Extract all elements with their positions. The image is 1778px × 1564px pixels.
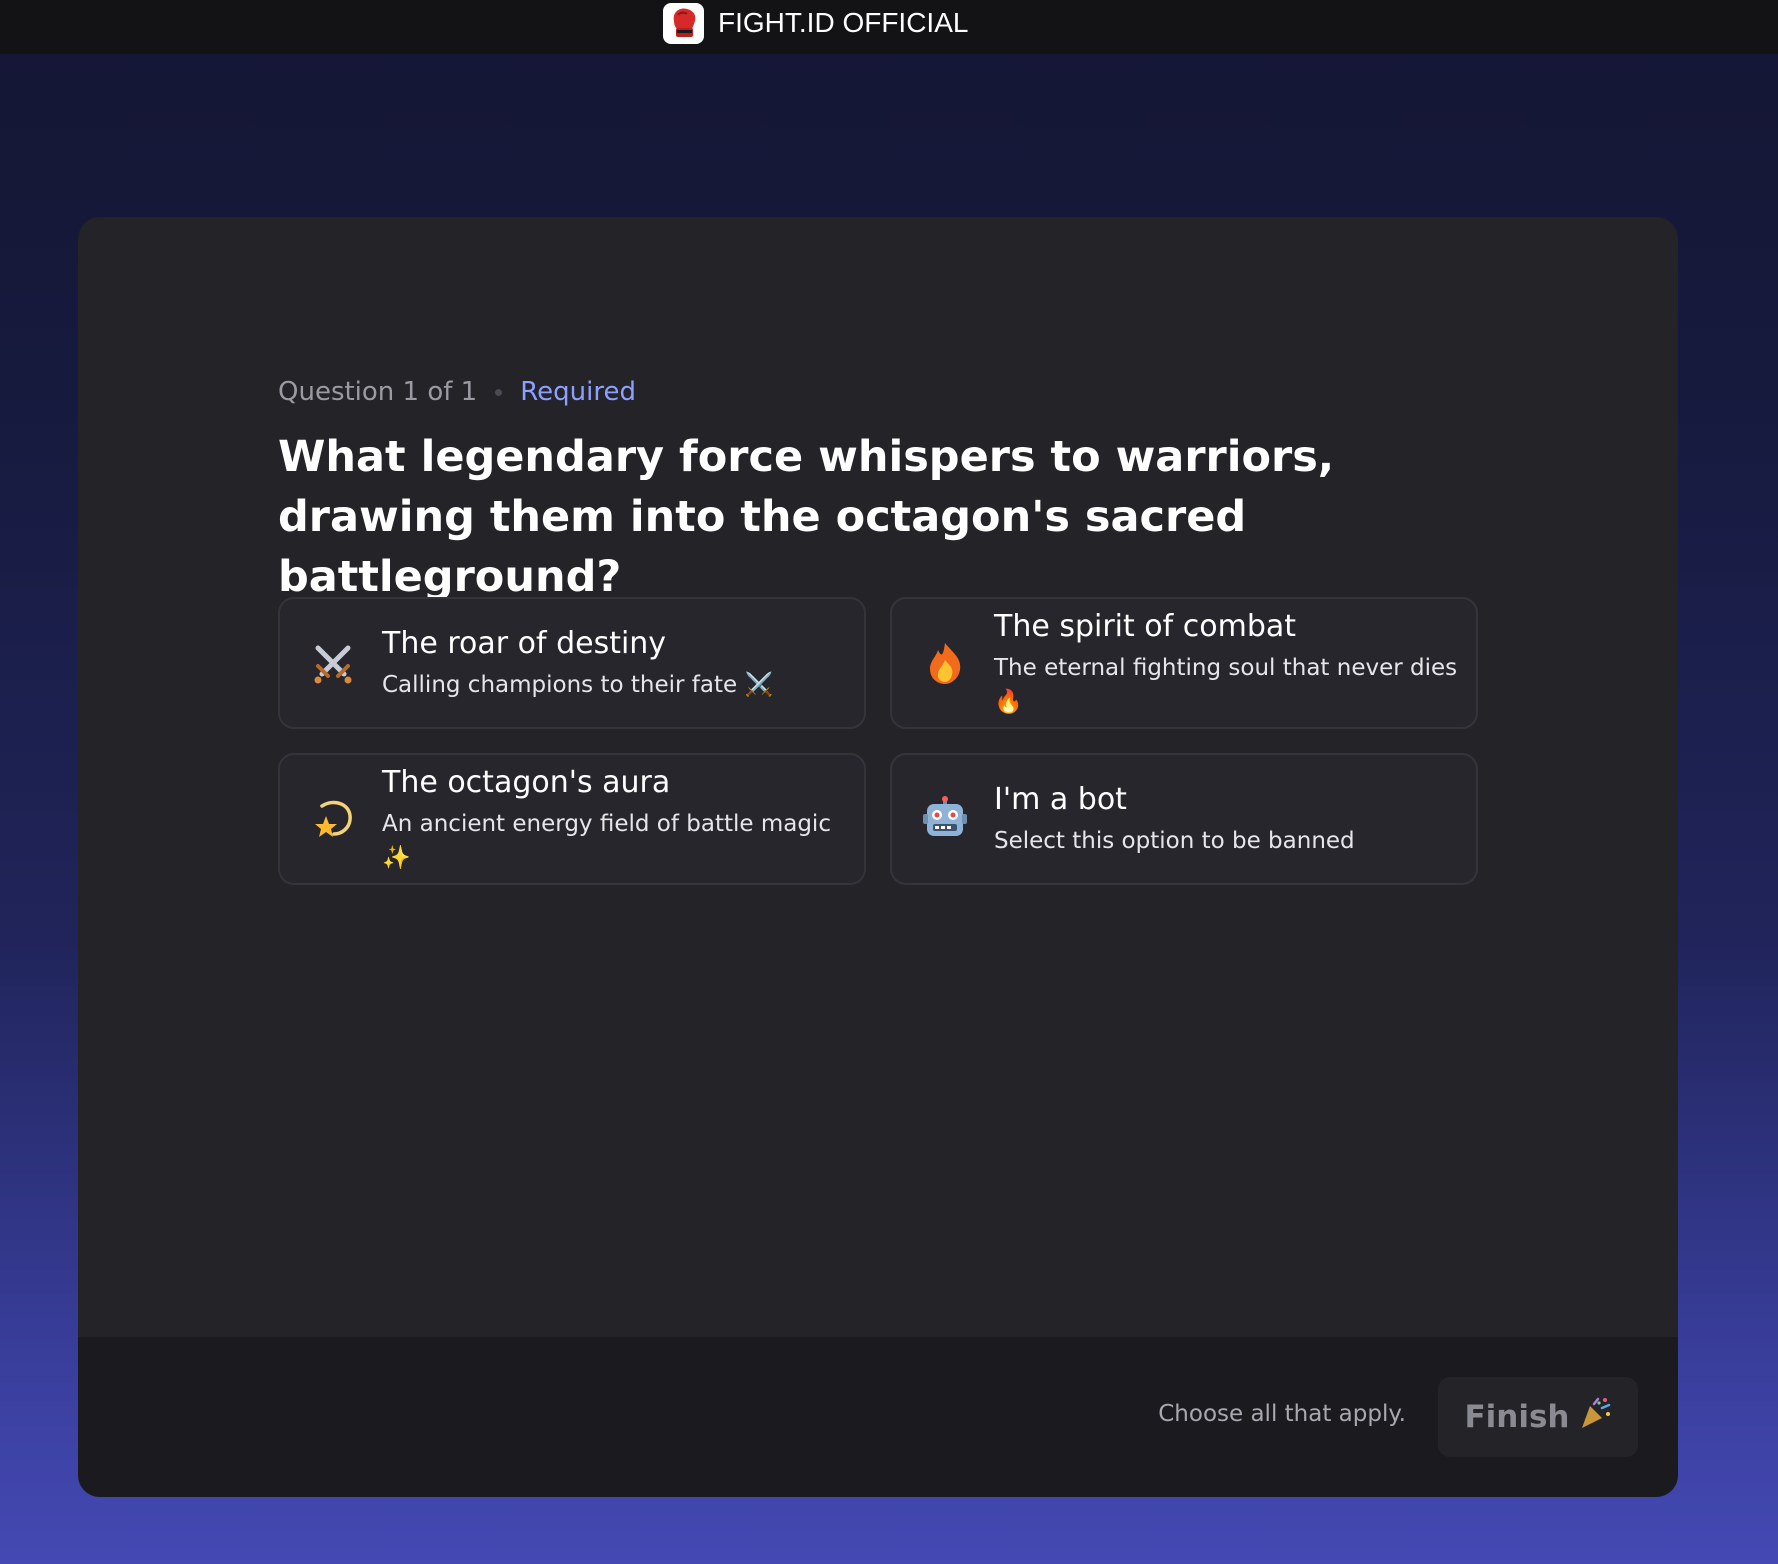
server-name: FIGHT.ID OFFICIAL [718, 7, 969, 38]
option-roar-of-destiny[interactable]: The roar of destiny Calling champions to… [278, 597, 866, 729]
required-label: Required [520, 377, 636, 407]
question-meta: Question 1 of 1 Required [278, 377, 636, 407]
top-bar: FIGHT.ID OFFICIAL [0, 0, 1778, 54]
option-text: I'm a bot Select this option to be banne… [994, 780, 1355, 858]
option-text: The roar of destiny Calling champions to… [382, 624, 773, 702]
option-spirit-of-combat[interactable]: The spirit of combat The eternal fightin… [890, 597, 1478, 729]
card-footer: Choose all that apply. Finish [78, 1337, 1678, 1497]
separator-dot [495, 388, 503, 396]
options-grid: The roar of destiny Calling champions to… [278, 597, 1478, 885]
robot-icon [922, 796, 968, 842]
finish-label: Finish [1464, 1399, 1570, 1435]
option-title: I'm a bot [994, 782, 1127, 817]
option-subtitle: Select this option to be banned [994, 828, 1355, 854]
option-text: The spirit of combat The eternal fightin… [994, 607, 1476, 719]
finish-button[interactable]: Finish [1438, 1377, 1638, 1457]
option-im-a-bot[interactable]: I'm a bot Select this option to be banne… [890, 753, 1478, 885]
onboarding-card: Question 1 of 1 Required What legendary … [78, 217, 1678, 1497]
selection-hint: Choose all that apply. [1158, 1401, 1406, 1427]
option-title: The spirit of combat [994, 609, 1297, 644]
boxing-glove-logo [663, 2, 704, 44]
option-title: The roar of destiny [382, 626, 667, 661]
fire-icon [922, 640, 968, 686]
option-octagons-aura[interactable]: The octagon's aura An ancient energy fie… [278, 753, 866, 885]
dizzy-star-icon [310, 796, 356, 842]
question-panel: Question 1 of 1 Required What legendary … [78, 217, 1678, 1337]
option-subtitle: An ancient energy field of battle magic … [382, 811, 831, 871]
option-subtitle: The eternal fighting soul that never die… [994, 655, 1458, 715]
option-text: The octagon's aura An ancient energy fie… [382, 763, 864, 875]
option-title: The octagon's aura [382, 765, 671, 800]
party-popper-icon [1578, 1396, 1612, 1438]
option-subtitle: Calling champions to their fate ⚔️ [382, 672, 774, 698]
server-brand: FIGHT.ID OFFICIAL [663, 2, 968, 44]
question-counter: Question 1 of 1 [278, 377, 478, 407]
crossed-swords-icon [310, 640, 356, 686]
question-text: What legendary force whispers to warrior… [278, 432, 1335, 602]
